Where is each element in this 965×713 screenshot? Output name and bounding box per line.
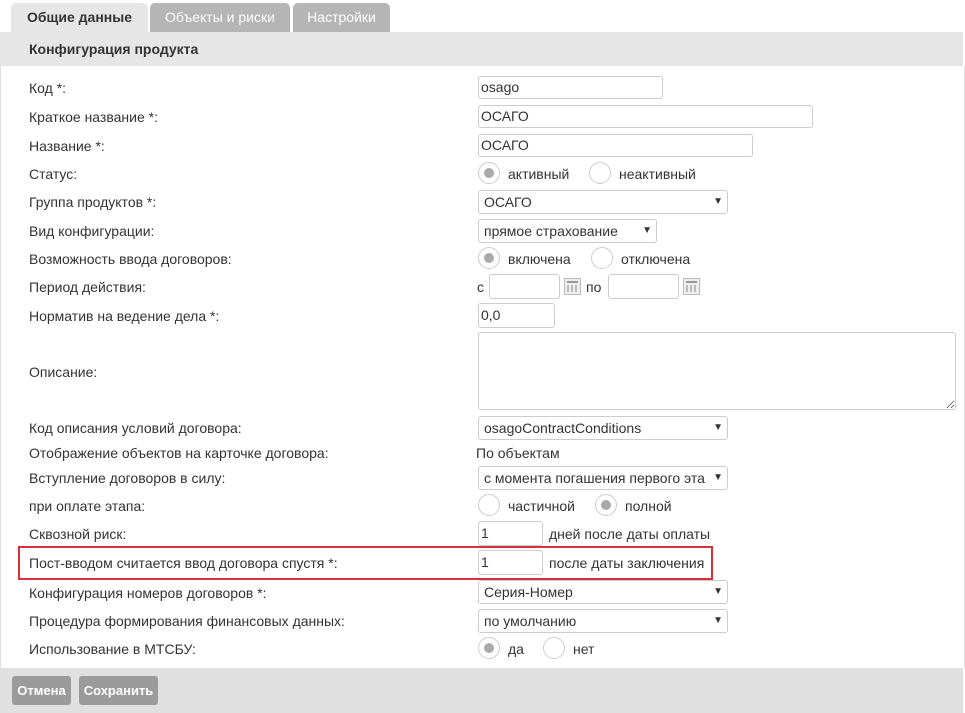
stage-payment-partial-label: частичной <box>508 498 575 514</box>
save-button[interactable]: Сохранить <box>79 676 158 705</box>
product-group-value: ОСАГО <box>484 194 532 210</box>
contract-conditions-code-select[interactable]: osagoContractConditions ▼ <box>478 416 728 440</box>
section-title: Конфигурация продукта <box>29 41 199 57</box>
config-type-label: Вид конфигурации: <box>29 223 155 239</box>
contract-numbers-label: Конфигурация номеров договоров *: <box>29 585 267 601</box>
status-label: Статус: <box>29 166 78 182</box>
description-textarea[interactable] <box>478 332 956 410</box>
mtsbu-no-label: нет <box>573 641 595 657</box>
tab-general-data[interactable]: Общие данные <box>11 3 148 32</box>
business-norm-label: Норматив на ведение дела *: <box>29 308 220 324</box>
config-type-select[interactable]: прямое страхование ▼ <box>478 219 657 243</box>
post-input-suffix: после даты заключения <box>549 555 705 571</box>
business-norm-input[interactable]: 0,0 <box>478 303 555 328</box>
tab-bar: Общие данные Объекты и риски Настройки <box>0 0 965 32</box>
status-inactive-label: неактивный <box>619 166 696 182</box>
tab-settings[interactable]: Настройки <box>293 3 390 32</box>
stage-payment-label: при оплате этапа: <box>29 498 146 514</box>
through-risk-suffix: дней после даты оплаты <box>549 526 711 542</box>
contract-effect-select[interactable]: с момента погашения первого эта ▼ <box>478 466 728 490</box>
chevron-down-icon: ▼ <box>713 422 723 433</box>
tab-objects-risks[interactable]: Объекты и риски <box>150 3 290 32</box>
period-to-input[interactable] <box>608 274 679 299</box>
post-input-label: Пост-вводом считается ввод договора спус… <box>29 555 338 571</box>
contract-input-enabled-label: включена <box>508 251 571 267</box>
contract-input-label: Возможность ввода договоров: <box>29 251 232 267</box>
config-type-value: прямое страхование <box>484 223 618 239</box>
section-header: Конфигурация продукта <box>0 32 963 66</box>
financial-procedure-select[interactable]: по умолчанию ▼ <box>478 609 728 633</box>
name-input[interactable]: ОСАГО <box>478 134 753 157</box>
cancel-button[interactable]: Отмена <box>12 676 71 705</box>
code-input[interactable]: osago <box>478 76 663 99</box>
mtsbu-usage-label: Использование в МТСБУ: <box>29 641 196 657</box>
status-inactive-radio[interactable] <box>589 162 611 184</box>
stage-payment-partial-radio[interactable] <box>478 494 500 516</box>
product-group-label: Группа продуктов *: <box>29 194 157 210</box>
period-to-label: по <box>586 279 602 295</box>
chevron-down-icon: ▼ <box>713 615 723 626</box>
calendar-icon[interactable] <box>564 278 581 295</box>
contract-input-enabled-radio[interactable] <box>478 247 500 269</box>
validity-period-label: Период действия: <box>29 279 146 295</box>
financial-procedure-value: по умолчанию <box>484 613 577 629</box>
contract-conditions-code-value: osagoContractConditions <box>484 420 642 436</box>
description-label: Описание: <box>29 364 98 380</box>
contract-effect-label: Вступление договоров в силу: <box>29 470 226 486</box>
stage-payment-full-label: полной <box>625 498 672 514</box>
code-label: Код *: <box>29 80 67 96</box>
stage-payment-full-radio[interactable] <box>595 494 617 516</box>
short-name-input[interactable]: ОСАГО <box>478 105 813 128</box>
chevron-down-icon: ▼ <box>713 472 723 483</box>
contract-input-disabled-radio[interactable] <box>591 247 613 269</box>
objects-display-value: По объектам <box>476 445 560 461</box>
period-from-input[interactable] <box>489 274 560 299</box>
contract-effect-value: с момента погашения первого эта <box>484 470 705 486</box>
short-name-label: Краткое название *: <box>29 109 158 125</box>
contract-numbers-select[interactable]: Серия-Номер ▼ <box>478 580 728 604</box>
financial-procedure-label: Процедура формирования финансовых данных… <box>29 613 345 629</box>
post-input-input[interactable]: 1 <box>478 550 543 575</box>
contract-numbers-value: Серия-Номер <box>484 584 573 600</box>
status-active-label: активный <box>508 166 570 182</box>
period-from-label: с <box>477 279 484 295</box>
chevron-down-icon: ▼ <box>713 196 723 207</box>
through-risk-label: Сквозной риск: <box>29 526 127 542</box>
mtsbu-yes-label: да <box>508 641 524 657</box>
contract-conditions-code-label: Код описания условий договора: <box>29 420 242 436</box>
name-label: Название *: <box>29 138 105 154</box>
product-group-select[interactable]: ОСАГО ▼ <box>478 190 728 214</box>
mtsbu-yes-radio[interactable] <box>478 637 500 659</box>
objects-display-label: Отображение объектов на карточке договор… <box>29 445 329 461</box>
chevron-down-icon: ▼ <box>642 225 652 236</box>
chevron-down-icon: ▼ <box>713 586 723 597</box>
calendar-icon[interactable] <box>683 278 700 295</box>
contract-input-disabled-label: отключена <box>621 251 691 267</box>
through-risk-input[interactable]: 1 <box>478 521 543 546</box>
status-active-radio[interactable] <box>478 162 500 184</box>
mtsbu-no-radio[interactable] <box>543 637 565 659</box>
